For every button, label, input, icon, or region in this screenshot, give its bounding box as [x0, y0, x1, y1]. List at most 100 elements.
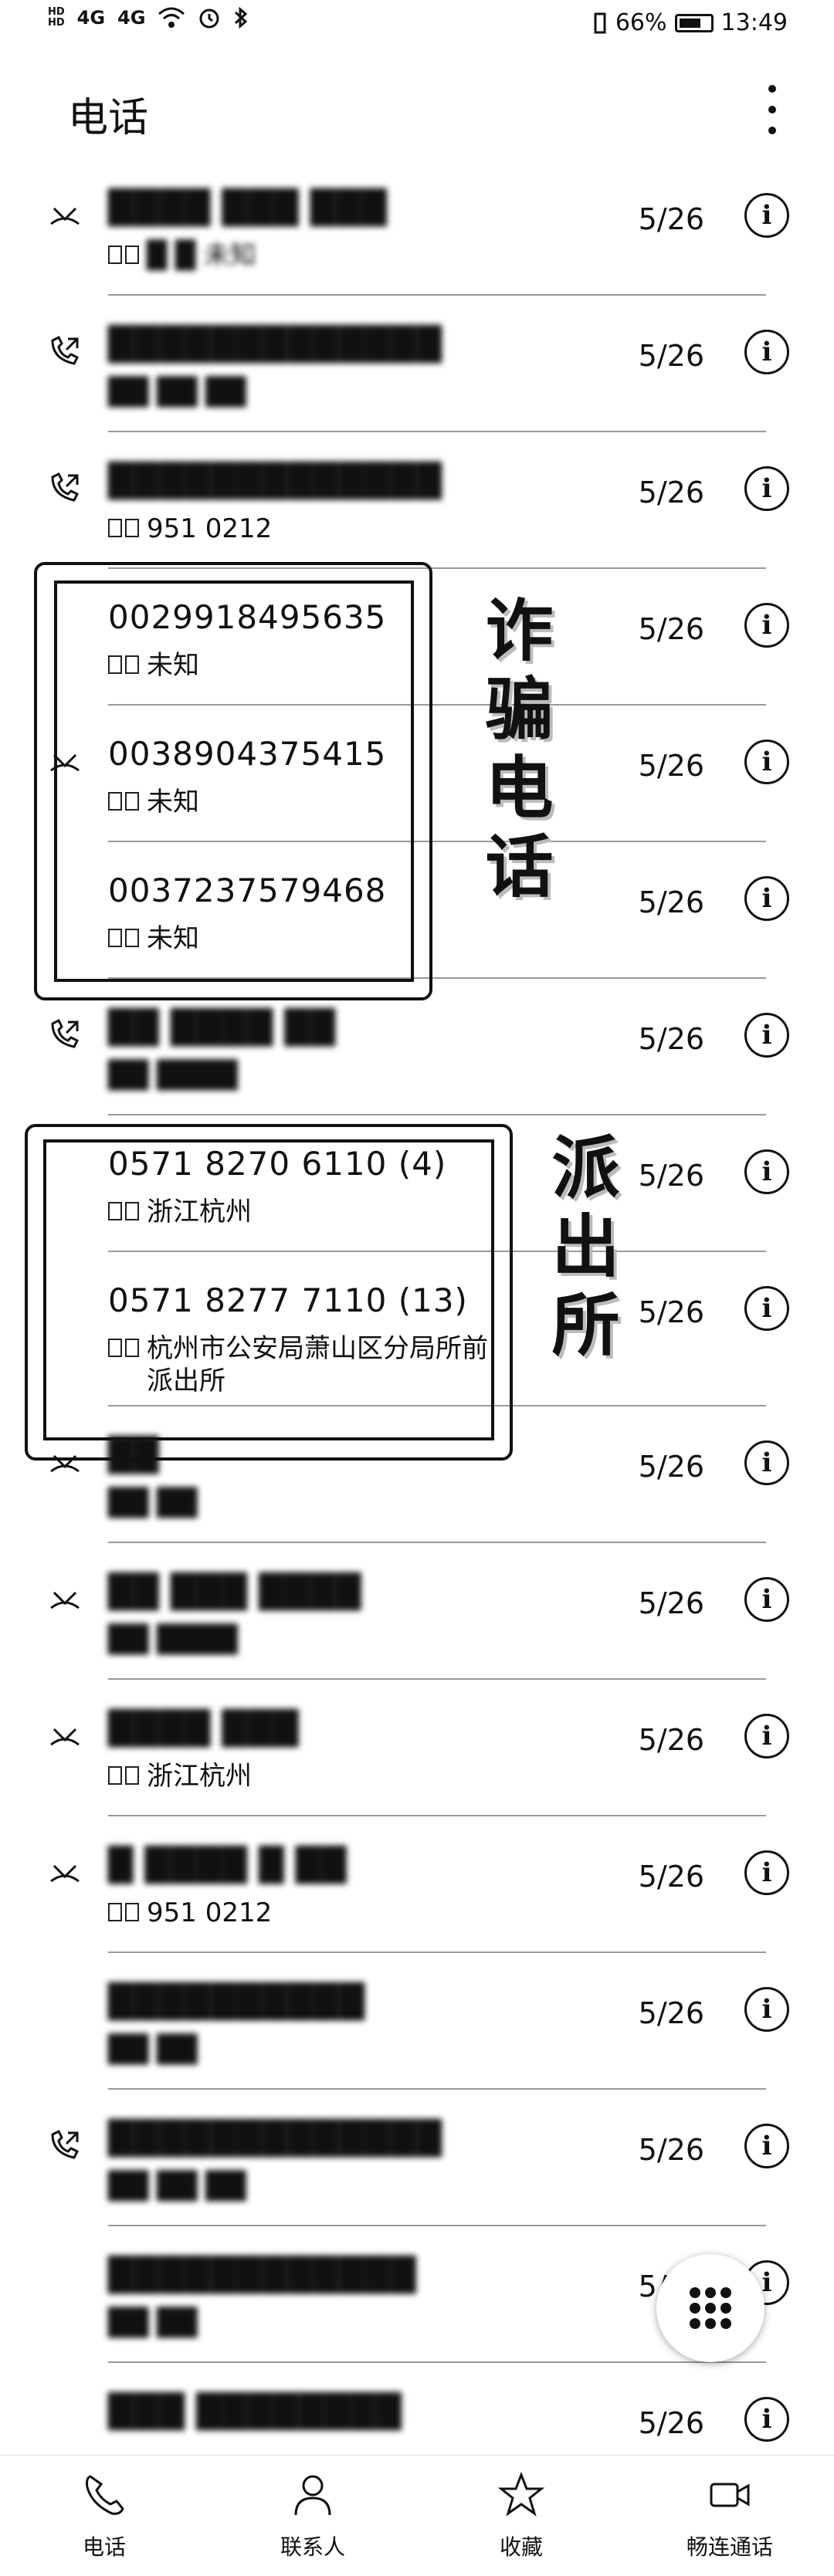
info-icon[interactable]: i [744, 1286, 789, 1331]
network-label-2: 4G [117, 7, 146, 29]
call-date: 5/26 [638, 1996, 704, 2030]
call-log-row[interactable]: ████ ███ ███ █ █ 未知 5/26 i [0, 159, 834, 296]
page-title: 电话 [68, 95, 149, 141]
caller-name: █████████████ [108, 462, 442, 499]
info-icon[interactable]: i [744, 2124, 789, 2168]
call-date: 5/26 [638, 885, 704, 919]
outgoing-call-icon [51, 335, 80, 365]
call-date: 5/26 [638, 749, 704, 783]
info-icon[interactable]: i [744, 1013, 789, 1058]
missed-call-icon [50, 207, 80, 225]
caller-name: ████ ███ [108, 1709, 300, 1747]
caller-name: ██████████ [108, 1982, 365, 2020]
nav-label: 联系人 [280, 2534, 345, 2560]
call-log-row[interactable]: ██████████ ██ ██ 5/26 i [0, 1953, 834, 2090]
missed-call-icon [50, 1591, 80, 1610]
call-log-row[interactable]: ████ ███ 浙江杭州 5/26 i [0, 1680, 834, 1816]
caller-name: ██ ████ ██ [108, 1008, 337, 1046]
call-log-row[interactable]: ██ ███ ████ ██ ████ 5/26 i [0, 1543, 834, 1680]
info-icon[interactable]: i [744, 330, 789, 374]
nav-label: 电话 [82, 2534, 126, 2560]
caller-name: █████████████ [108, 2119, 442, 2157]
call-date: 5/26 [638, 1723, 704, 1757]
info-icon[interactable]: i [744, 1714, 789, 1759]
more-options-button[interactable] [757, 85, 788, 134]
nav-label: 收藏 [499, 2534, 543, 2560]
info-icon[interactable]: i [744, 1149, 789, 1194]
caller-location: 浙江杭州 [108, 1760, 252, 1792]
nav-tab-phone[interactable]: 电话 [0, 2456, 208, 2576]
call-date: 5/26 [638, 612, 704, 646]
star-icon [497, 2471, 545, 2517]
caller-location: █ █ 未知 [108, 239, 256, 272]
outgoing-call-icon [51, 1018, 80, 1048]
caller-location: ██ ████ [108, 1624, 238, 1655]
status-left: HD HD 4G 4G [48, 6, 249, 29]
call-log-row[interactable]: █████████████ 951 0212 5/26 i [0, 432, 834, 569]
call-log-row[interactable]: █ ████ █ ██ 951 0212 5/26 i [0, 1816, 834, 1953]
info-icon[interactable]: i [744, 1577, 789, 1622]
info-icon[interactable]: i [744, 2397, 789, 2442]
info-icon[interactable]: i [744, 603, 789, 648]
call-date: 5/26 [638, 476, 704, 509]
call-date: 5/26 [638, 1159, 704, 1193]
more-dot-icon [768, 85, 776, 93]
caller-location: 951 0212 [108, 1897, 272, 1929]
call-date: 5/26 [638, 1586, 704, 1620]
police-calls-label: 派出所 [541, 1132, 620, 1368]
call-log-row[interactable]: █████████████ ██ ██ ██ 5/26 i [0, 296, 834, 432]
alarm-icon [199, 8, 219, 29]
info-icon[interactable]: i [744, 193, 789, 238]
caller-location: ██ ██ ██ [108, 377, 246, 408]
nav-tab-favorites[interactable]: 收藏 [417, 2456, 626, 2576]
contacts-icon [294, 2475, 331, 2516]
bluetooth-icon [235, 6, 248, 29]
caller-location: ██ ██ ██ [108, 2171, 246, 2202]
sim-card-icon [108, 1766, 139, 1785]
caller-location: ██ ████ [108, 1060, 238, 1091]
status-bar: HD HD 4G 4G 66% 13:49 [0, 0, 834, 54]
phone-icon [86, 2475, 124, 2515]
info-icon[interactable]: i [744, 1440, 789, 1485]
sim-card-icon [108, 519, 139, 537]
sim-card-icon [108, 1903, 139, 1921]
missed-call-icon [50, 1728, 80, 1746]
info-icon[interactable]: i [744, 466, 789, 511]
caller-name: ███ ████████ [108, 2392, 402, 2430]
bottom-navigation: 电话 联系人 收藏 畅连通话 [0, 2455, 834, 2576]
dialpad-icon [690, 2287, 731, 2329]
info-icon[interactable]: i [744, 1850, 789, 1895]
police-calls-inner-frame [43, 1139, 494, 1440]
info-icon[interactable]: i [744, 876, 789, 921]
call-log-row[interactable]: █████████████ ██ ██ ██ 5/26 i [0, 2090, 834, 2226]
wifi-icon [158, 7, 185, 28]
caller-name: █ ████ █ ██ [108, 1846, 348, 1884]
caller-name: ██ ███ ████ [108, 1572, 362, 1610]
caller-name: ████ ███ ███ [108, 188, 388, 226]
call-date: 5/26 [638, 2133, 704, 2167]
fraud-calls-label: 诈骗电话 [474, 594, 554, 909]
call-date: 5/26 [638, 2406, 704, 2440]
nav-label: 畅连通话 [686, 2534, 773, 2560]
battery-percent: 66% [615, 9, 667, 36]
call-date: 5/26 [638, 1022, 704, 1056]
nav-tab-meetime[interactable]: 畅连通话 [626, 2456, 834, 2576]
battery-icon [674, 13, 714, 32]
info-icon[interactable]: i [744, 1987, 789, 2032]
caller-location: ██ ██ [108, 2307, 198, 2338]
nav-tab-contacts[interactable]: 联系人 [208, 2456, 417, 2576]
call-date: 5/26 [638, 1860, 704, 1894]
call-date: 5/26 [638, 339, 704, 373]
call-date: 5/26 [638, 202, 704, 236]
app-header: 电话 [0, 77, 834, 147]
more-dot-icon [768, 106, 776, 113]
call-date: 5/26 [638, 1450, 704, 1484]
info-icon[interactable]: i [744, 740, 789, 784]
status-right: 66% 13:49 [592, 9, 788, 36]
missed-call-icon [50, 1864, 80, 1883]
outgoing-call-icon [51, 472, 80, 502]
caller-name: ████████████ [108, 2256, 417, 2293]
vibrate-icon [594, 12, 606, 33]
dialpad-button[interactable] [656, 2254, 764, 2362]
fraud-calls-inner-frame [54, 581, 414, 982]
